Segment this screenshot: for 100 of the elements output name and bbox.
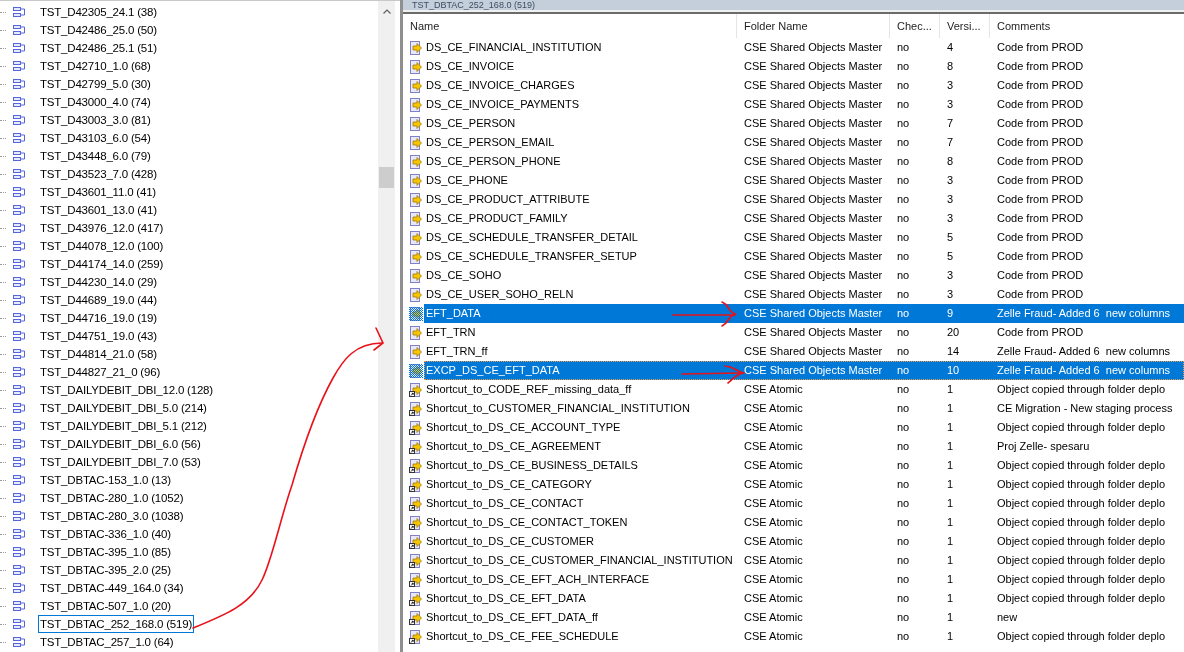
stacked-boxes-icon [13,259,25,269]
tree-item[interactable]: TST_D44751_19.0 (43) [38,327,159,345]
tree-item[interactable]: TST_D43448_6.0 (79) [38,147,153,165]
tree-item[interactable]: TST_D44716_19.0 (19) [38,309,159,327]
comment-text: Code from PROD [997,154,1084,169]
page-arrow-icon [409,363,423,378]
tree-item[interactable]: TST_D42710_1.0 (68) [38,57,153,75]
tree-item[interactable]: TST_DBTAC-507_1.0 (20) [38,597,173,615]
tree-item[interactable]: TST_D43601_13.0 (41) [38,201,159,219]
tree-item[interactable]: TST_DBTAC-280_3.0 (1038) [38,507,186,525]
flag-text: no [897,515,910,530]
folder-name: CSE Shared Objects Master [744,192,883,207]
comment-text: new [997,610,1018,625]
tree-item[interactable]: TST_DBTAC-395_2.0 (25) [38,561,173,579]
tree-item[interactable]: TST_DAILYDEBIT_DBI_7.0 (53) [38,453,203,471]
flag-text: no [897,59,910,74]
object-name: DS_CE_USER_SOHO_RELN [426,287,574,302]
flag-text: no [897,591,910,606]
tree-item[interactable]: TST_D44078_12.0 (100) [38,237,166,255]
comment-text: Object copied through folder deplo [997,591,1166,606]
shortcut-icon [409,477,423,492]
version-text: 1 [947,439,954,454]
tree-item[interactable]: TST_D44814_21.0 (58) [38,345,159,363]
version-text: 7 [947,116,954,131]
flag-text: no [897,78,910,93]
comment-text: Code from PROD [997,249,1084,264]
pane-title: TST_DBTAC_252_168.0 (519) [412,0,535,10]
list-row[interactable]: EXCP_DS_CE_EFT_DATA CSE Shared Objects Master no 10 Zelle Fraud- Added 6 new columns [424,361,1184,380]
list-row[interactable]: EFT_DATA CSE Shared Objects Master no 9 Zelle Fraud- Added 6 new columns [424,304,1184,323]
comment-text: Code from PROD [997,116,1084,131]
tree-item[interactable]: TST_DBTAC-395_1.0 (85) [38,543,173,561]
tree-item[interactable]: TST_DAILYDEBIT_DBI_5.1 (212) [38,417,209,435]
comment-text: Object copied through folder deplo [997,382,1166,397]
tree-item[interactable]: TST_D43000_4.0 (74) [38,93,153,111]
tree-item[interactable]: TST_DAILYDEBIT_DBI_12.0 (128) [38,381,215,399]
tree-item[interactable]: TST_DBTAC-280_1.0 (1052) [38,489,186,507]
stacked-boxes-icon [13,349,25,359]
tree-item[interactable]: TST_DAILYDEBIT_DBI_6.0 (56) [38,435,203,453]
flag-text: no [897,477,910,492]
tree-item[interactable]: TST_D44827_21_0 (96) [38,363,163,381]
page-arrow-icon [409,230,423,245]
shortcut-icon [409,458,423,473]
folder-name: CSE Atomic [744,401,803,416]
tree-item[interactable]: TST_D42799_5.0 (30) [38,75,153,93]
flag-text: no [897,439,910,454]
page-arrow-icon [409,325,423,340]
stacked-boxes-icon [13,637,25,647]
tree-item[interactable]: TST_D43601_11.0 (41) [38,183,158,201]
tree-item[interactable]: TST_D43976_12.0 (417) [38,219,166,237]
tree-item[interactable]: TST_DBTAC_252_168.0 (519) [38,615,195,633]
tree-item[interactable]: TST_D43523_7.0 (428) [38,165,159,183]
stacked-boxes-icon [13,151,25,161]
tree-item[interactable]: TST_DAILYDEBIT_DBI_5.0 (214) [38,399,209,417]
stacked-boxes-icon [13,619,25,629]
folder-name: CSE Atomic [744,572,803,587]
flag-text: no [897,534,910,549]
object-name: Shortcut_to_DS_CE_EFT_DATA [426,591,586,606]
comment-text: Proj Zelle- spesaru [997,439,1090,454]
scrollbar[interactable] [378,1,395,652]
tree-item[interactable]: TST_D42305_24.1 (38) [38,3,159,21]
folder-name: CSE Atomic [744,458,803,473]
page-arrow-icon [409,268,423,283]
page-arrow-icon [409,344,423,359]
folder-name: CSE Atomic [744,496,803,511]
tree-item[interactable]: TST_D43003_3.0 (81) [38,111,153,129]
tree-item[interactable]: TST_D42486_25.0 (50) [38,21,159,39]
version-text: 7 [947,135,954,150]
flag-text: no [897,192,910,207]
tree-item[interactable]: TST_DBTAC-336_1.0 (40) [38,525,173,543]
page-arrow-icon [409,40,423,55]
stacked-boxes-icon [13,205,25,215]
folder-name: CSE Shared Objects Master [744,59,883,74]
flag-text: no [897,496,910,511]
stacked-boxes-icon [13,277,25,287]
comment-text: Code from PROD [997,325,1084,340]
tree-item[interactable]: TST_D42486_25.1 (51) [38,39,159,57]
flag-text: no [897,249,910,264]
version-text: 1 [947,401,954,416]
version-text: 1 [947,534,954,549]
comment-text: Object copied through folder deplo [997,534,1166,549]
scrollbar-thumb[interactable] [379,167,394,188]
folder-name: CSE Atomic [744,420,803,435]
folder-name: CSE Atomic [744,534,803,549]
tree-item[interactable]: TST_DBTAC-449_164.0 (34) [38,579,186,597]
tree-item[interactable]: TST_DBTAC_257_1.0 (64) [38,633,176,651]
shortcut-icon [409,610,423,625]
stacked-boxes-icon [13,7,25,17]
flag-text: no [897,211,910,226]
object-name: DS_CE_PERSON [426,116,516,131]
tree-item[interactable]: TST_D44689_19.0 (44) [38,291,159,309]
tree-item[interactable]: TST_D44230_14.0 (29) [38,273,159,291]
tree-item[interactable]: TST_D44174_14.0 (259) [38,255,166,273]
tree-item[interactable]: TST_D43103_6.0 (54) [38,129,153,147]
folder-name: CSE Shared Objects Master [744,287,883,302]
annotation-arrow [672,301,736,327]
flag-text: no [897,287,910,302]
flag-text: no [897,629,910,644]
tree-item[interactable]: TST_DBTAC-153_1.0 (13) [38,471,173,489]
object-name: DS_CE_SCHEDULE_TRANSFER_SETUP [426,249,637,264]
shortcut-icon [409,553,423,568]
